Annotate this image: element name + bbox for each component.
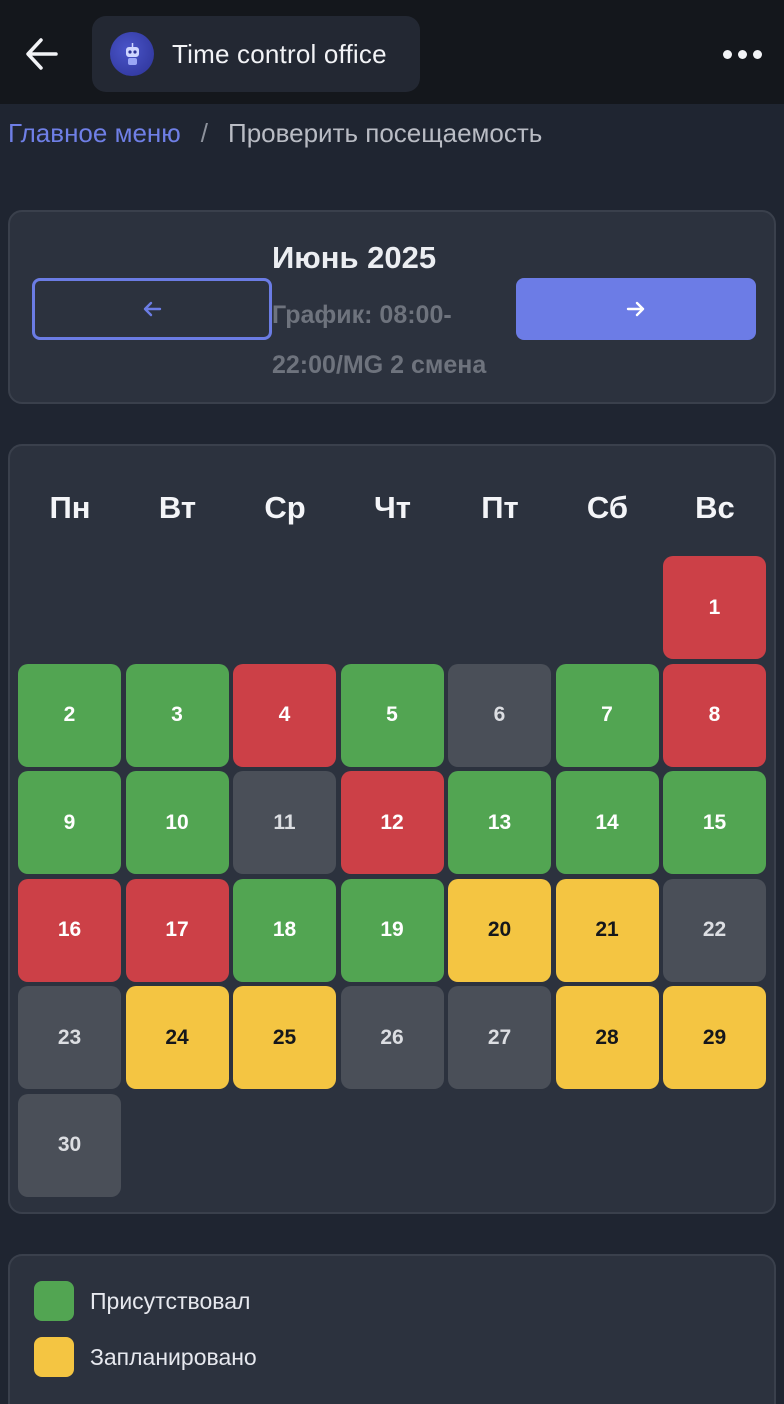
weekday-header: Сб [586,490,629,525]
dot-icon [737,49,747,59]
calendar-day-13[interactable]: 13 [448,771,551,874]
previous-month-button[interactable] [32,278,272,340]
calendar-day-8[interactable]: 8 [663,663,766,767]
calendar-day-1[interactable]: 1 [663,556,766,659]
legend-item: Запланировано [34,1337,257,1377]
weekday-header: Вс [695,490,735,525]
calendar-day-28[interactable]: 28 [555,986,659,1089]
legend-label: Присутствовал [90,1287,251,1314]
weekday-header: Вт [158,490,197,525]
legend-swatch [34,1281,74,1321]
calendar-day-14[interactable]: 14 [555,771,659,874]
calendar-day-21[interactable]: 21 [555,878,659,982]
calendar-day-20[interactable]: 20 [448,878,551,982]
calendar-day-4[interactable]: 4 [233,663,336,767]
calendar-day-5[interactable]: 5 [340,663,444,767]
legend-card: Присутствовал Запланировано [8,1254,776,1404]
arrow-left-icon [26,38,58,70]
app-chip[interactable]: Time control office [92,16,420,92]
calendar-day-7[interactable]: 7 [555,663,659,767]
dot-icon [722,49,732,59]
arrow-right-icon [626,301,645,317]
calendar-day-18[interactable]: 18 [233,878,336,982]
app-title: Time control office [172,38,387,69]
calendar-day-27[interactable]: 27 [448,986,551,1089]
dot-icon [752,49,762,59]
legend-swatch [34,1337,74,1377]
weekday-header: Пт [481,490,519,525]
calendar-day-19[interactable]: 19 [340,878,444,982]
calendar-day-23[interactable]: 23 [18,986,121,1089]
calendar-day-29[interactable]: 29 [663,986,766,1089]
calendar-day-11[interactable]: 11 [233,771,336,874]
calendar-day-17[interactable]: 17 [125,878,229,982]
calendar-day-15[interactable]: 15 [663,771,766,874]
legend-item: Присутствовал [34,1281,250,1321]
calendar-day-24[interactable]: 24 [125,986,229,1089]
calendar-day-3[interactable]: 3 [125,663,229,767]
schedule-text: График: 08:00-22:00/MG 2 смена [272,301,487,379]
calendar-day-2[interactable]: 2 [18,663,121,767]
month-navigation-card: Июнь 2025 График: 08:00-22:00/MG 2 смена [8,210,776,404]
top-bar: Time control office [0,0,784,104]
more-options-button[interactable] [716,34,768,74]
calendar-day-30[interactable]: 30 [18,1093,121,1197]
next-month-button[interactable] [516,278,756,340]
weekday-header: Ср [264,490,306,525]
month-title: Июнь 2025 [272,240,437,275]
legend-label: Запланировано [90,1343,257,1370]
breadcrumb-separator: / [200,117,208,148]
breadcrumb: Главное меню / Проверить посещаемость [8,116,542,150]
robot-avatar-icon [110,32,154,76]
calendar-day-25[interactable]: 25 [233,986,336,1089]
breadcrumb-home-link[interactable]: Главное меню [8,118,181,149]
weekday-header: Чт [374,490,411,525]
breadcrumb-current: Проверить посещаемость [228,117,543,148]
back-button[interactable] [18,28,66,80]
calendar-day-9[interactable]: 9 [18,771,121,874]
calendar-day-26[interactable]: 26 [340,986,444,1089]
calendar-day-12[interactable]: 12 [340,771,444,874]
calendar-day-6[interactable]: 6 [448,663,551,767]
calendar-day-10[interactable]: 10 [125,771,229,874]
weekday-header: Пн [49,490,91,525]
calendar-card: Пн Вт Ср Чт Пт Сб Вс 1 2 3 4 5 6 7 8 9 10 11 12 13 14 15 16 17 1… [8,444,776,1214]
arrow-left-icon [143,301,162,317]
calendar-day-22[interactable]: 22 [663,878,766,982]
calendar-day-16[interactable]: 16 [18,878,121,982]
